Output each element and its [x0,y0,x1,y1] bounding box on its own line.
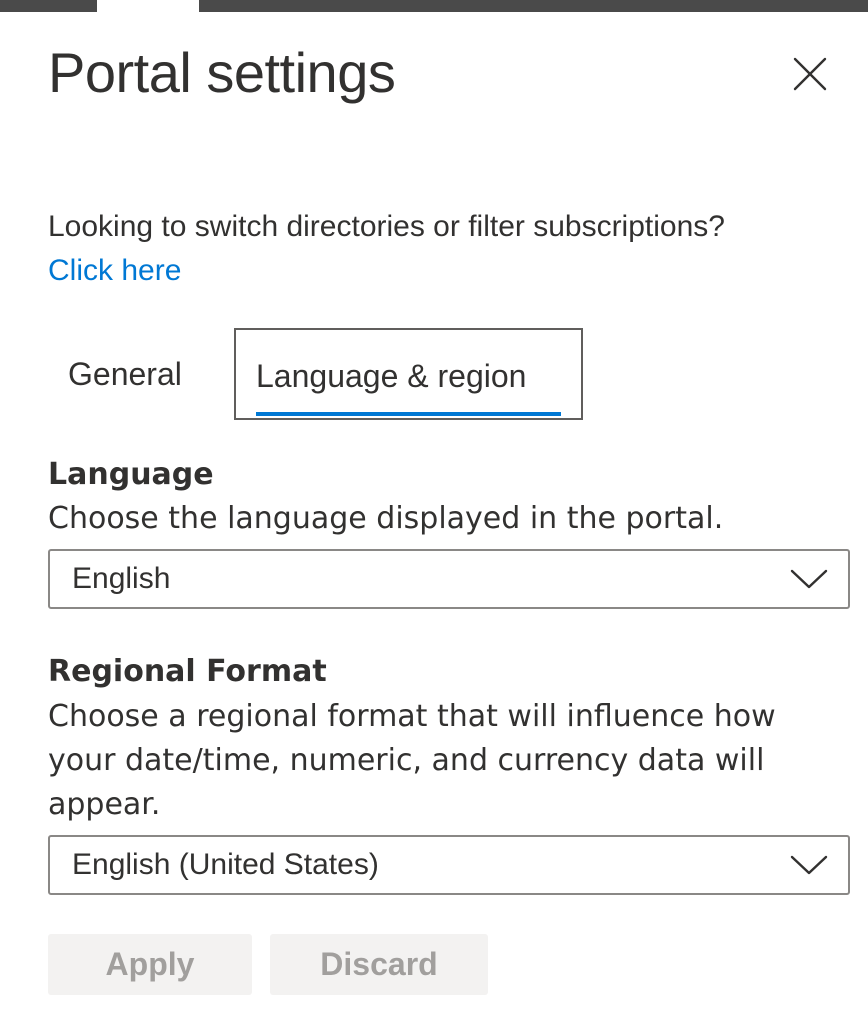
language-label: Language [48,457,214,492]
selected-tab-indicator [256,412,561,416]
tab-general[interactable]: General [48,330,202,418]
close-button[interactable] [787,51,833,97]
language-dropdown[interactable]: English [48,549,850,609]
directory-helper-text: Looking to switch directories or filter … [48,210,725,243]
language-dropdown-value: English [72,562,171,595]
close-icon [793,57,827,91]
discard-button[interactable]: Discard [270,934,488,995]
top-tab-strip-gap [97,0,199,12]
tab-language-region-label: Language & region [256,358,527,394]
chevron-down-icon [790,855,828,875]
panel-title: Portal settings [48,41,396,104]
portal-settings-panel: Portal settings Looking to switch direct… [0,0,868,1027]
tab-language-region[interactable]: Language & region [234,328,583,420]
regional-format-dropdown[interactable]: English (United States) [48,835,850,895]
regional-format-description: Choose a regional format that will influ… [48,699,776,822]
apply-button[interactable]: Apply [48,934,252,995]
click-here-link[interactable]: Click here [48,251,181,291]
top-tab-strip [0,0,868,12]
regional-format-dropdown-value: English (United States) [72,848,379,881]
chevron-down-icon [790,569,828,589]
regional-format-label: Regional Format [48,654,327,689]
language-description: Choose the language displayed in the por… [48,501,724,536]
